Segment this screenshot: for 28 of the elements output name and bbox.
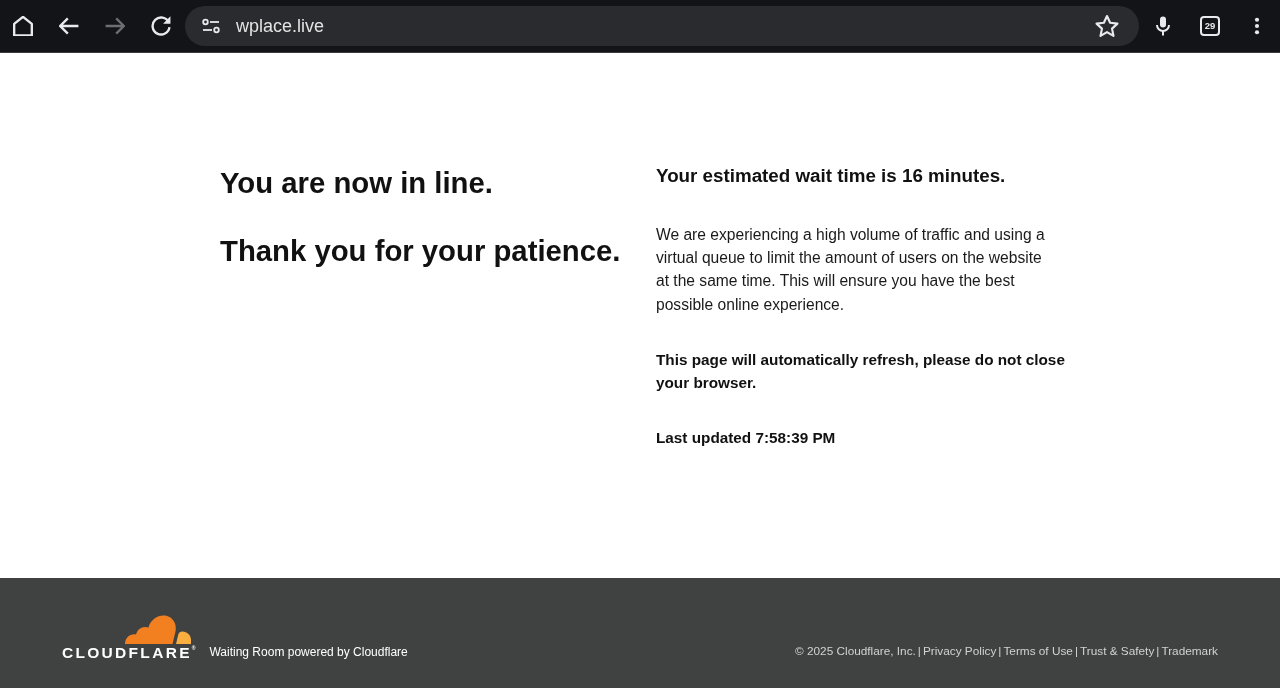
left-arrow-icon (59, 16, 79, 36)
separator-text: | (1074, 644, 1078, 659)
logo-wordmark: CLOUDFLARE$^{®}$ (62, 646, 196, 660)
tab-switcher-button[interactable]: 29 (1200, 16, 1220, 36)
queue-heading: Thank you for your patience. (220, 233, 622, 269)
powered-by-text: Waiting Room powered by Cloudflare (209, 644, 408, 661)
more-vertical-icon (1254, 17, 1260, 35)
footer-link[interactable]: Privacy Policy (922, 644, 997, 659)
right-arrow-icon (105, 16, 125, 36)
separator-text: | (1156, 644, 1160, 659)
separator-text: | (998, 644, 1002, 659)
home-icon (13, 16, 33, 36)
reload-icon (151, 16, 171, 36)
queue-heading: You are now in line. (220, 165, 494, 201)
url-text: wplace.live (236, 14, 326, 38)
body-text: We are experiencing a high volume of traffic and using a virtual queue to limit the amount of users on the website at the same time. This will ensure you have the best possible online experience. (656, 225, 1046, 315)
footer-link[interactable]: Trademark (1161, 644, 1218, 659)
microphone-icon (1156, 16, 1170, 36)
footer-link[interactable]: Trust & Safety (1080, 644, 1155, 659)
copyright-text: © 2025 Cloudflare, Inc. (795, 644, 916, 659)
separator-text: | (917, 644, 921, 659)
star-icon (1095, 14, 1119, 38)
notice-text: Last updated 7:58:39 PM (656, 428, 837, 449)
footer-link[interactable]: Terms of Use (1003, 644, 1073, 659)
wait-time-heading: Your estimated wait time is 16 minutes. (656, 164, 1007, 188)
address-bar[interactable]: wplace.live (185, 6, 1139, 46)
notice-text: This page will automatically refresh, please do not close your browser. (656, 349, 1066, 393)
cloud-logo-icon (125, 612, 192, 644)
